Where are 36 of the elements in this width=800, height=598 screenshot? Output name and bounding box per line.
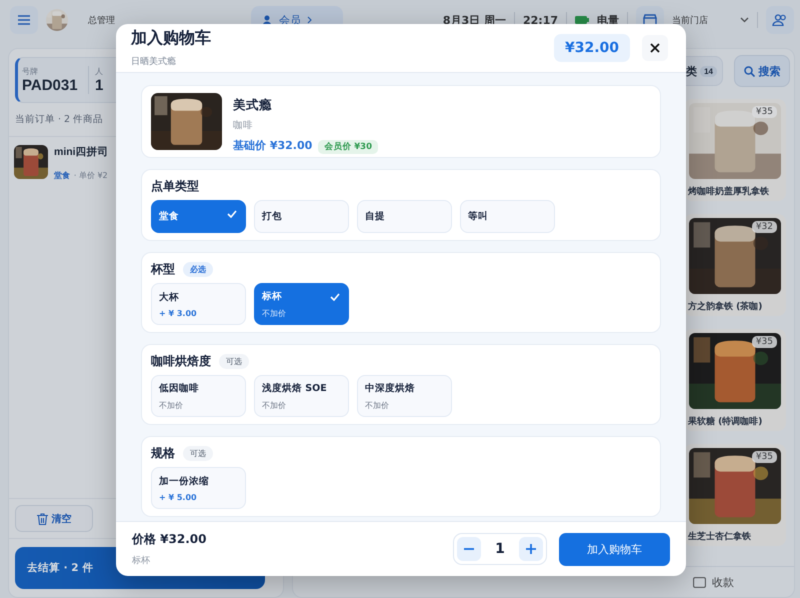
time-text: 22:17 [522,14,558,26]
product-category: 咖啡 [233,119,254,132]
dialog-title: 加入购物车 [131,28,211,49]
price-tag: ¥35 [752,336,777,348]
optional-tag: 可选 [219,354,249,368]
optional-tag: 可选 [183,446,213,460]
product-name: 生芝士杏仁拿铁 [687,530,752,543]
store-label: 当前门店 [672,14,709,26]
group-title: 咖啡烘焙度 [151,352,211,370]
group-title: 杯型 [151,260,175,278]
product-name: 果软糖 (特调咖啡) [687,415,764,428]
required-tag: 必选 [183,262,213,276]
payment-label: 收款 [712,574,734,590]
dialog-subtitle: 日晒美式瘾 [131,57,176,67]
product-name: 烤咖啡奶盖厚乳拿铁 [687,185,770,198]
member-price-tag: 会员价 ¥30 [318,140,378,154]
people-count: 1 [95,77,104,94]
price-tag: ¥35 [752,451,777,463]
price-badge: ¥32.00 [554,34,630,62]
price-tag: ¥35 [752,106,777,118]
product-name: 方之韵拿铁 (茶咖) [687,300,764,313]
order-type-tag: 堂食 [54,171,70,180]
item-name: mini四拼司 [54,145,109,159]
plate-number: PAD031 [22,77,78,94]
count-badge: 14 [700,66,717,76]
user-role: 总管理 [88,14,115,26]
base-price: 基础价 ¥32.00 [233,139,312,152]
quantity-value: 1 [494,541,506,557]
people-label: 人 [95,66,104,77]
total-price: 价格 ¥32.00 [132,531,206,548]
price-tag: ¥32 [752,221,777,233]
selection-summary: 标杯 [132,556,150,566]
group-title: 点单类型 [151,178,199,194]
unit-price: · 单价 ¥2 [74,171,108,180]
group-title: 规格 [151,444,175,462]
plate-label: 号牌 [22,66,39,77]
